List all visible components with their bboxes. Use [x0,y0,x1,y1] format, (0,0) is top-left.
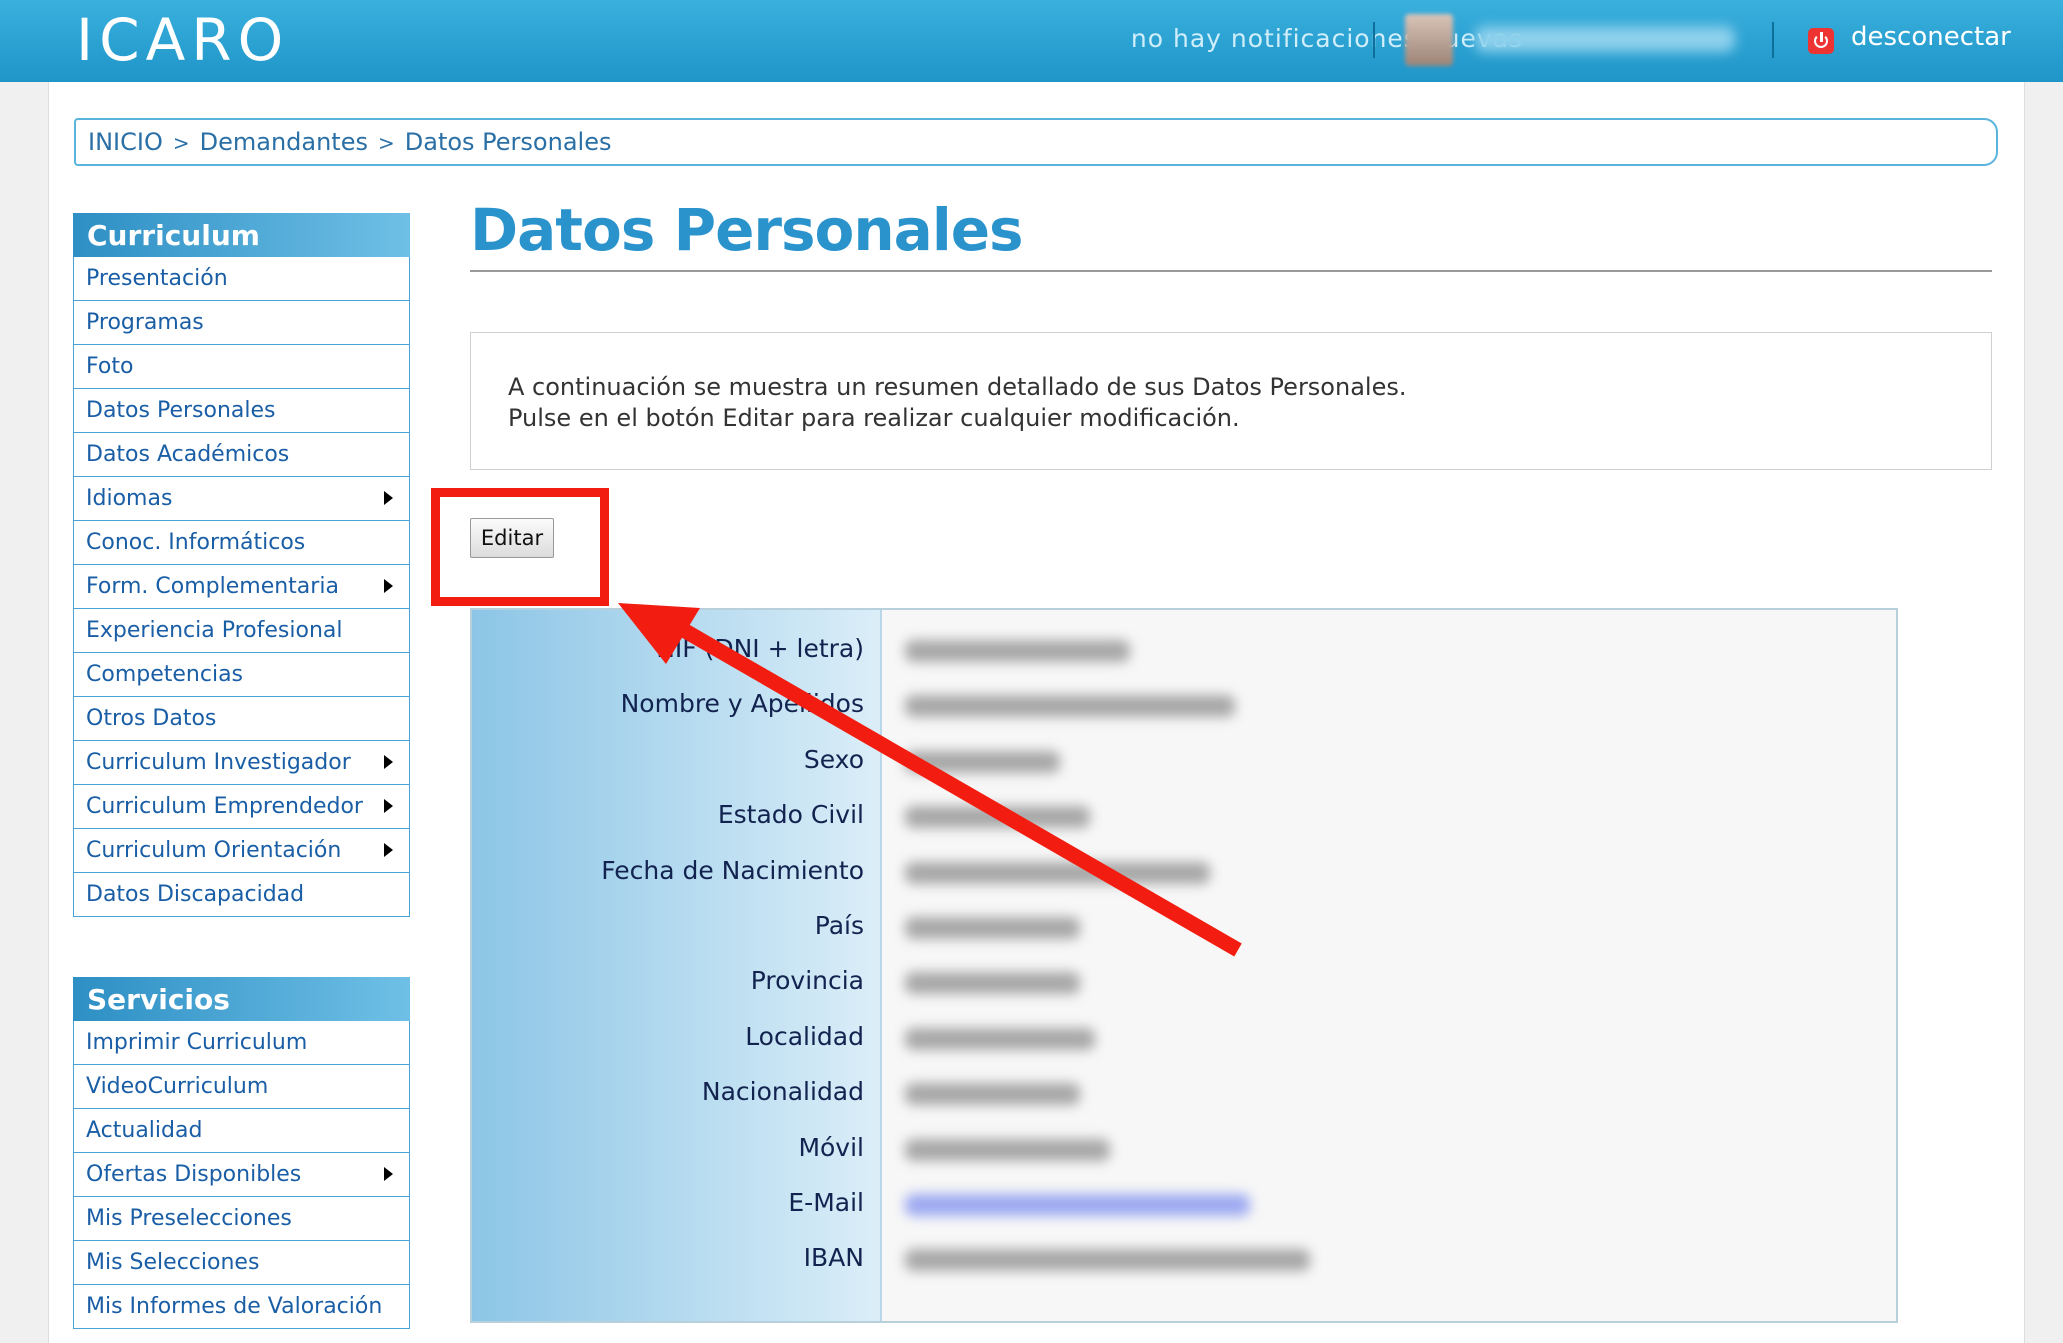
annotation-arrow [618,603,1242,957]
